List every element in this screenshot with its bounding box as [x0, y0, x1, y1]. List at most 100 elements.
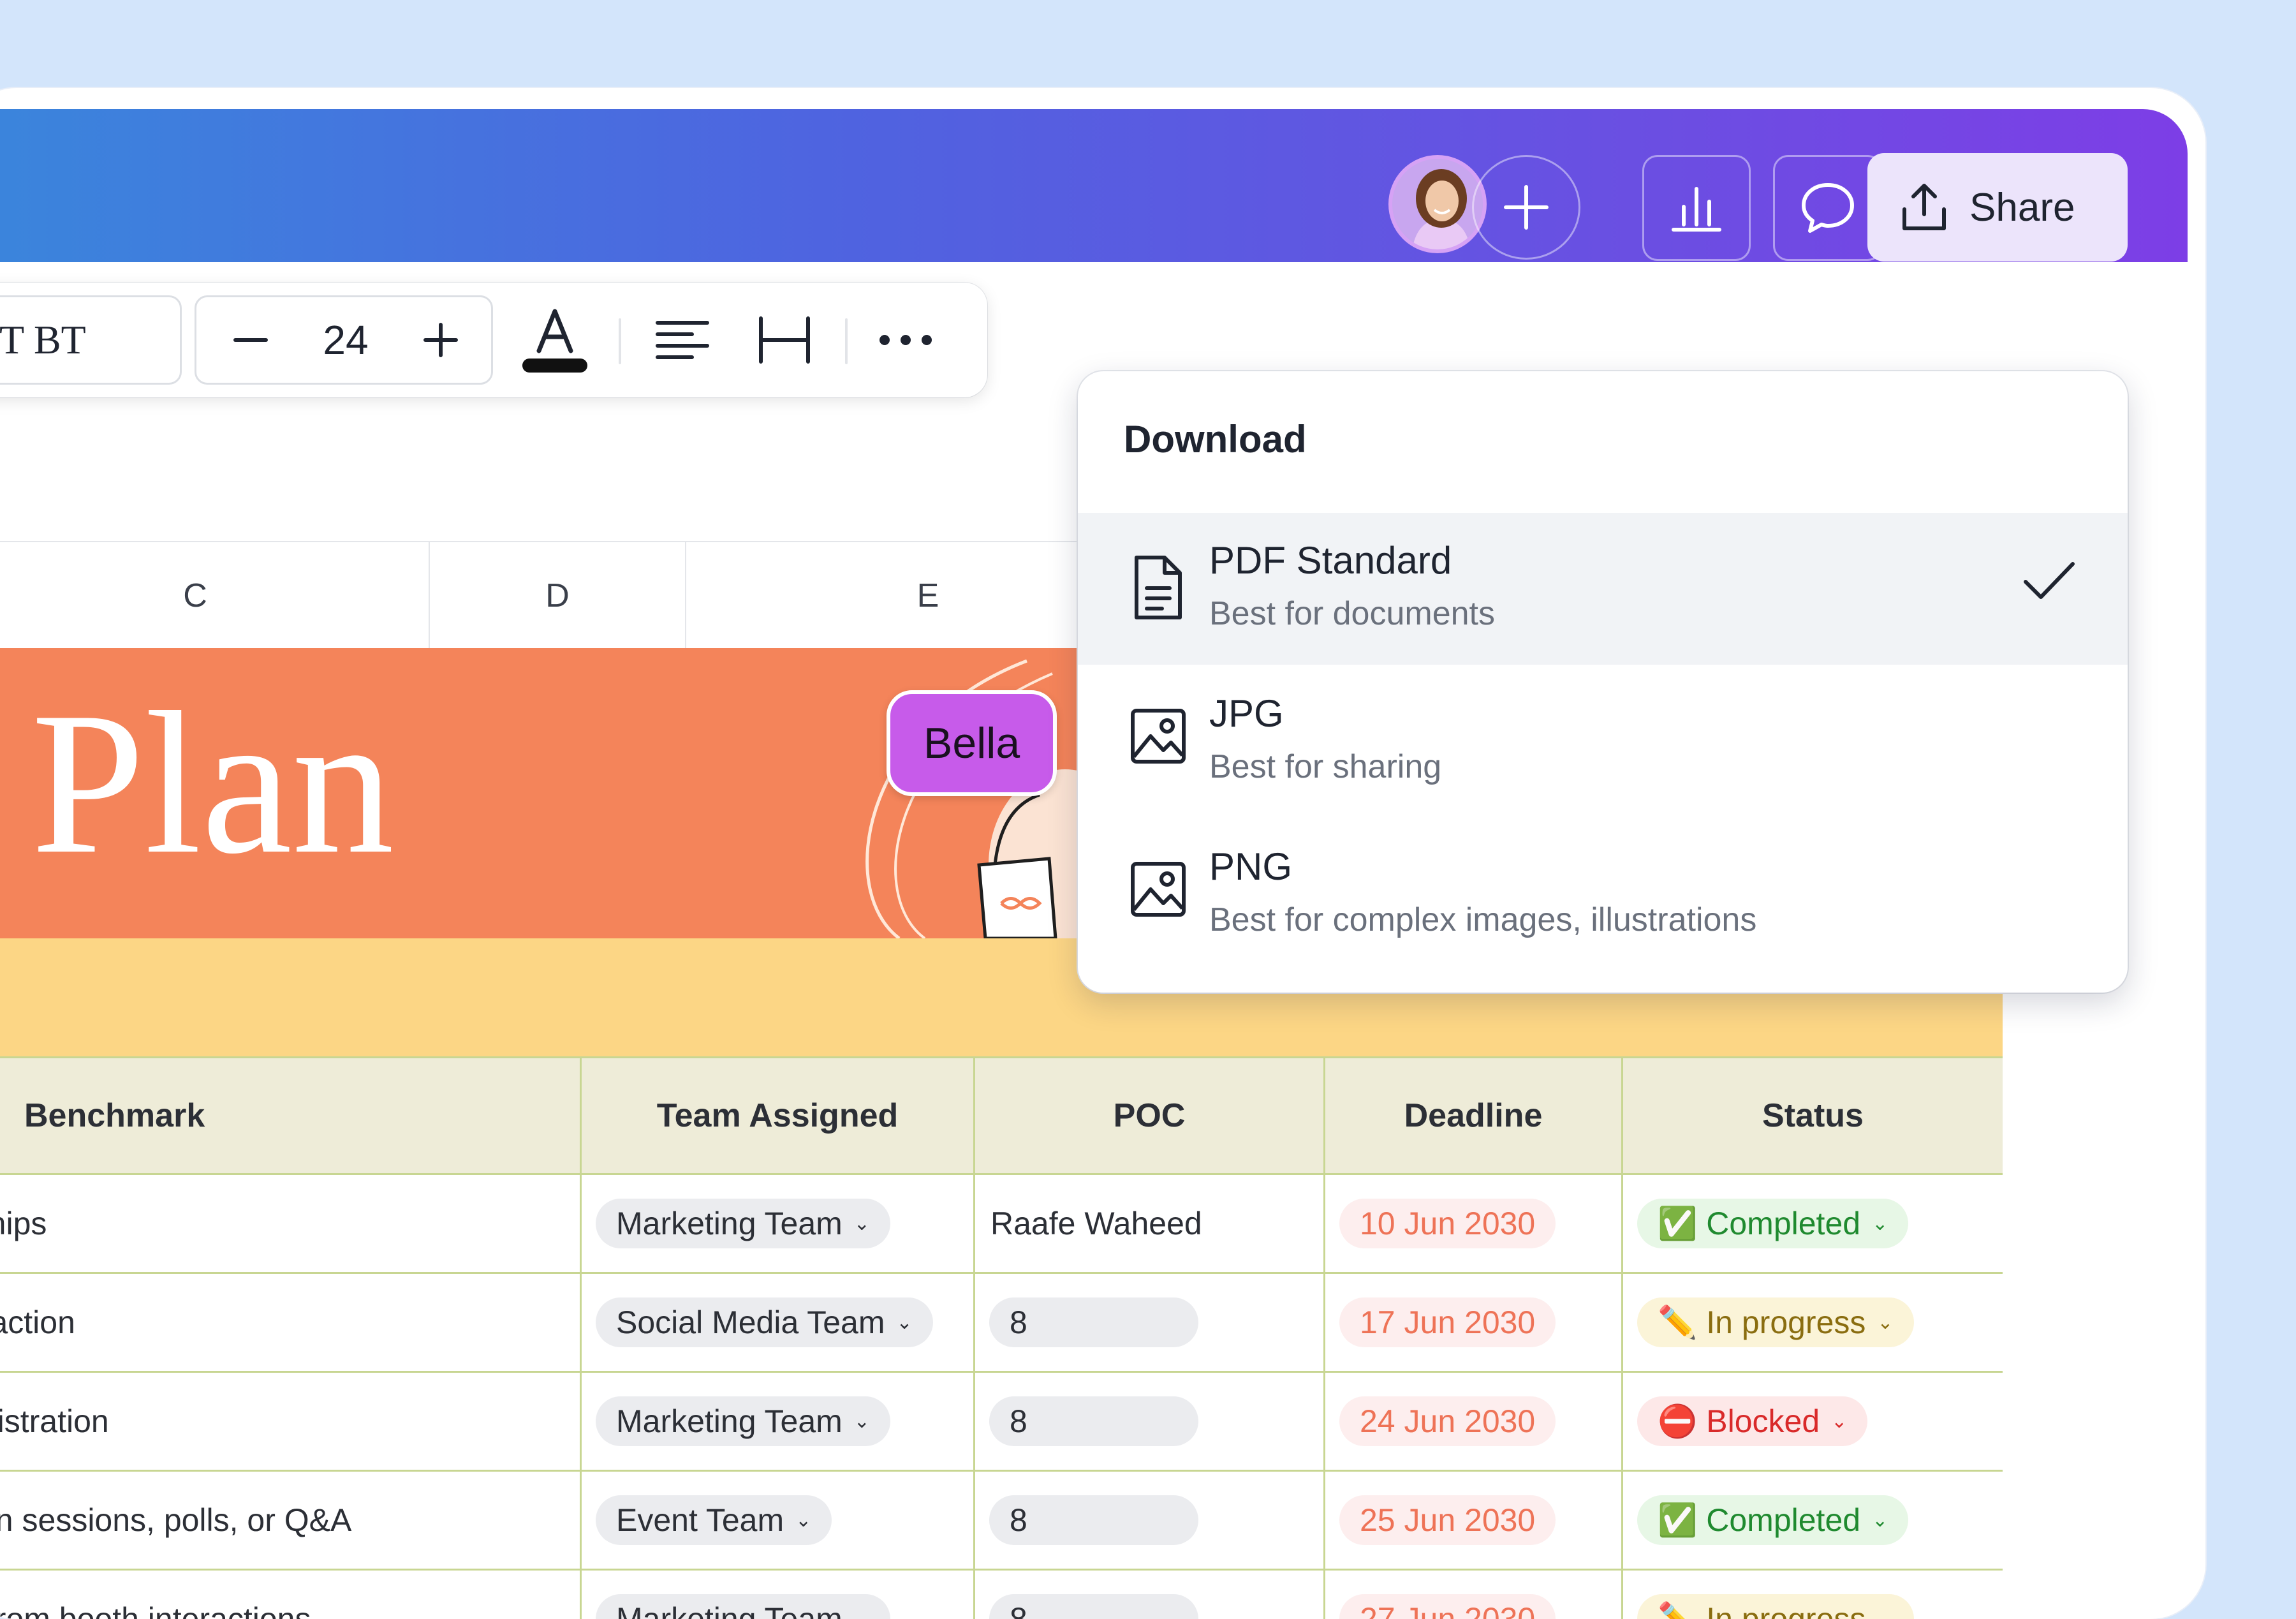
status-label: Completed	[1706, 1205, 1860, 1242]
status-dropdown[interactable]: ✅Completed⌄	[1637, 1495, 1908, 1545]
team-dropdown[interactable]: Marketing Team ⌄	[596, 1199, 890, 1248]
share-button[interactable]: Share	[1867, 153, 2128, 262]
toolbar-separator	[845, 318, 848, 364]
benchmark-cell[interactable]: eraction	[0, 1274, 582, 1371]
poc-field[interactable]: 8	[989, 1594, 1198, 1619]
status-dropdown[interactable]: ✏️In progress ⌄	[1637, 1297, 1914, 1347]
table-row: s from booth interactions Marketing Team…	[0, 1571, 2003, 1619]
plus-icon	[422, 321, 460, 359]
top-header-bar: Share	[0, 109, 2188, 262]
column-label: D	[545, 577, 570, 615]
deadline-pill: 10 Jun 2030	[1339, 1199, 1556, 1248]
header-team-assigned: Team Assigned	[582, 1058, 975, 1173]
comment-bubble-icon	[1797, 177, 1858, 239]
insights-button[interactable]	[1642, 155, 1751, 261]
pencil-emoji-icon: ✏️	[1658, 1601, 1697, 1619]
deadline-cell[interactable]: 17 Jun 2030	[1325, 1274, 1623, 1371]
text-align-button[interactable]	[641, 295, 724, 385]
status-cell: ✏️In progress ⌄	[1623, 1274, 2003, 1371]
poc-cell: 8	[975, 1274, 1325, 1371]
deadline-cell[interactable]: 27 Jun 2030	[1325, 1571, 1623, 1619]
increase-font-size-button[interactable]	[406, 297, 476, 383]
download-option-pdf-standard[interactable]: PDF Standard Best for documents	[1078, 513, 2128, 665]
poc-field[interactable]: 8	[989, 1495, 1198, 1545]
option-name: JPG	[1209, 691, 1284, 736]
team-label: Marketing Team	[616, 1403, 843, 1440]
chevron-down-icon: ⌄	[1872, 1509, 1888, 1532]
comments-button[interactable]	[1773, 155, 1883, 261]
team-label: Event Team	[616, 1502, 784, 1539]
chevron-down-icon: ⌄	[897, 1312, 913, 1334]
dropdown-title: Download	[1124, 417, 1307, 461]
status-cell: ⛔Blocked⌄	[1623, 1373, 2003, 1470]
check-emoji-icon: ✅	[1658, 1205, 1697, 1243]
blocked-emoji-icon: ⛔	[1658, 1403, 1697, 1440]
check-emoji-icon: ✅	[1658, 1502, 1697, 1539]
letter-spacing-icon	[756, 314, 813, 366]
more-options-button[interactable]	[861, 295, 950, 385]
benchmark-cell[interactable]: e in sessions, polls, or Q&A	[0, 1472, 582, 1569]
poc-cell: 8	[975, 1472, 1325, 1569]
poc-cell[interactable]: Raafe Waheed	[975, 1175, 1325, 1272]
team-cell: Social Media Team ⌄	[582, 1274, 975, 1371]
chevron-down-icon: ⌄	[854, 1410, 870, 1433]
status-label: Blocked	[1706, 1403, 1820, 1440]
team-dropdown[interactable]: Marketing Team ⌄	[596, 1396, 890, 1446]
download-option-png[interactable]: PNG Best for complex images, illustratio…	[1078, 819, 2128, 971]
poc-text: Raafe Waheed	[990, 1205, 1202, 1242]
document-icon	[1128, 552, 1188, 623]
image-icon	[1128, 706, 1189, 767]
toolbar-separator	[619, 318, 621, 364]
deadline-pill: 27 Jun 2030	[1339, 1594, 1556, 1619]
poc-field[interactable]: 8	[989, 1297, 1198, 1347]
option-description: Best for documents	[1209, 595, 1495, 633]
status-dropdown[interactable]: ✅Completed⌄	[1637, 1199, 1908, 1248]
benchmark-cell[interactable]: rships	[0, 1175, 582, 1272]
deadline-pill: 24 Jun 2030	[1339, 1396, 1556, 1446]
deadline-cell[interactable]: 10 Jun 2030	[1325, 1175, 1623, 1272]
download-option-jpg[interactable]: JPG Best for sharing	[1078, 666, 2128, 818]
deadline-cell[interactable]: 24 Jun 2030	[1325, 1373, 1623, 1470]
chevron-down-icon: ⌄	[854, 1608, 870, 1619]
header-benchmark: Benchmark	[0, 1058, 582, 1173]
team-dropdown[interactable]: Event Team⌄	[596, 1495, 832, 1545]
column-header-c[interactable]: C	[0, 542, 430, 649]
align-left-icon	[654, 318, 711, 362]
poc-cell: 8	[975, 1373, 1325, 1470]
benchmark-cell[interactable]: s from booth interactions	[0, 1571, 582, 1619]
status-dropdown[interactable]: ✏️In progress⌄	[1637, 1594, 1914, 1619]
status-cell: ✏️In progress⌄	[1623, 1571, 2003, 1619]
option-name: PDF Standard	[1209, 538, 1452, 582]
team-dropdown[interactable]: Marketing Team⌄	[596, 1594, 890, 1619]
team-label: Social Media Team	[616, 1304, 885, 1341]
team-cell: Event Team⌄	[582, 1472, 975, 1569]
font-size-value[interactable]: 24	[311, 297, 380, 383]
team-dropdown[interactable]: Social Media Team ⌄	[596, 1297, 933, 1347]
poc-field[interactable]: 8	[989, 1396, 1198, 1446]
deadline-cell[interactable]: 25 Jun 2030	[1325, 1472, 1623, 1569]
header-deadline: Deadline	[1325, 1058, 1623, 1173]
option-description: Best for complex images, illustrations	[1209, 901, 1756, 939]
add-collaborator-button[interactable]	[1472, 155, 1580, 260]
team-cell: Marketing Team ⌄	[582, 1373, 975, 1470]
font-family-selector[interactable]: T BT	[0, 295, 182, 385]
spacing-button[interactable]	[743, 295, 826, 385]
pencil-emoji-icon: ✏️	[1658, 1304, 1697, 1342]
benchmark-text: e in sessions, polls, or Q&A	[0, 1502, 351, 1539]
chevron-down-icon: ⌄	[854, 1213, 870, 1235]
benchmark-cell[interactable]: egistration	[0, 1373, 582, 1470]
text-formatting-toolbar: T BT 24	[0, 283, 987, 397]
chevron-down-icon: ⌄	[1877, 1312, 1893, 1334]
text-color-button[interactable]	[510, 295, 600, 385]
chevron-down-icon: ⌄	[1877, 1608, 1893, 1619]
column-header-d[interactable]: D	[430, 542, 686, 649]
benchmark-text: rships	[0, 1205, 47, 1242]
checkmark-icon	[2022, 559, 2077, 603]
team-cell: Marketing Team⌄	[582, 1571, 975, 1619]
status-label: In progress	[1706, 1304, 1866, 1341]
team-label: Marketing Team	[616, 1205, 843, 1242]
decrease-font-size-button[interactable]	[216, 297, 286, 383]
upload-share-icon	[1897, 180, 1952, 235]
column-label: E	[917, 577, 939, 615]
status-dropdown[interactable]: ⛔Blocked⌄	[1637, 1396, 1867, 1446]
